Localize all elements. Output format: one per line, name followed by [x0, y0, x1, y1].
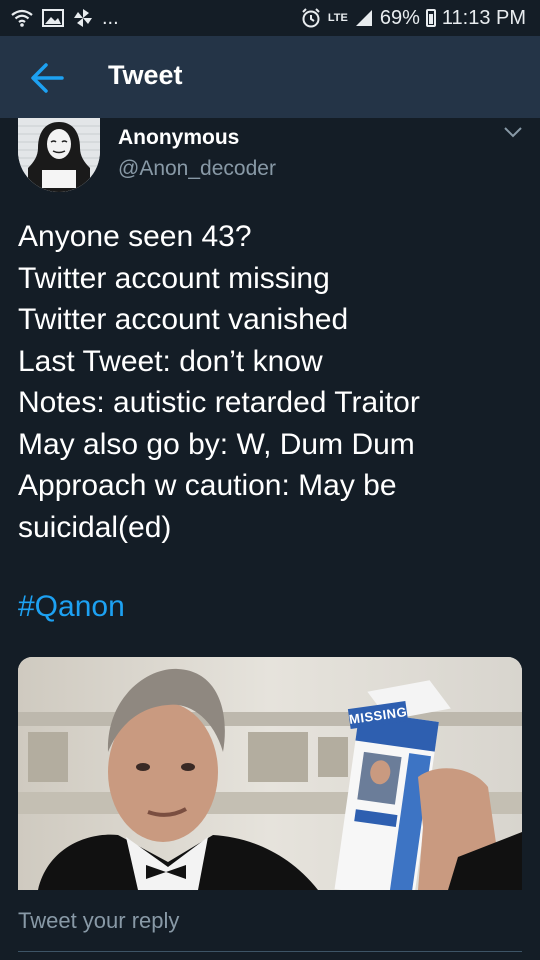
tweet-line: Twitter account missing [18, 261, 330, 295]
tweet-line: suicidal(ed) [18, 510, 172, 544]
reply-input[interactable] [18, 890, 522, 952]
author-handle[interactable]: @Anon_decoder [118, 157, 276, 181]
battery-icon [425, 9, 436, 27]
status-bar-right: LTE 69% 11:13 PM [300, 7, 540, 30]
tweet-media-image[interactable] [18, 657, 522, 890]
tweet-line: Last Tweet: don’t know [18, 344, 323, 378]
clock: 11:13 PM [441, 6, 526, 29]
tweet-line: Approach w caution: May be [18, 469, 397, 502]
tweet-line: Anyone seen 43? [18, 220, 252, 253]
network-type-label: LTE [327, 12, 348, 24]
reply-bar [0, 890, 540, 960]
hashtag-link[interactable]: #Qanon [18, 590, 125, 624]
wifi-icon [10, 8, 34, 28]
status-bar-left: ... [0, 7, 119, 30]
avatar[interactable] [18, 118, 100, 192]
page-title: Tweet [108, 60, 183, 90]
alarm-icon [300, 7, 322, 29]
arrow-left-icon[interactable] [28, 58, 68, 98]
tweet-line: Twitter account vanished [18, 303, 349, 336]
battery-percent: 69% [379, 6, 420, 29]
image-icon [42, 8, 64, 28]
pinwheel-icon [72, 7, 94, 29]
tweet-line: Notes: autistic retarded Traitor [18, 386, 420, 419]
chevron-down-icon[interactable] [502, 124, 524, 140]
status-bar: ... LTE 69% 11:13 PM [0, 0, 540, 36]
tweet-line: May also go by: W, Dum Dum [18, 427, 415, 461]
author-name[interactable]: Anonymous [118, 126, 239, 150]
more-notifications-indicator: ... [102, 6, 119, 29]
network-type: LTE [327, 12, 348, 24]
tweet-text: Anyone seen 43? Twitter account missing … [18, 216, 528, 548]
app-header: Tweet [0, 36, 540, 118]
signal-icon [354, 8, 374, 28]
